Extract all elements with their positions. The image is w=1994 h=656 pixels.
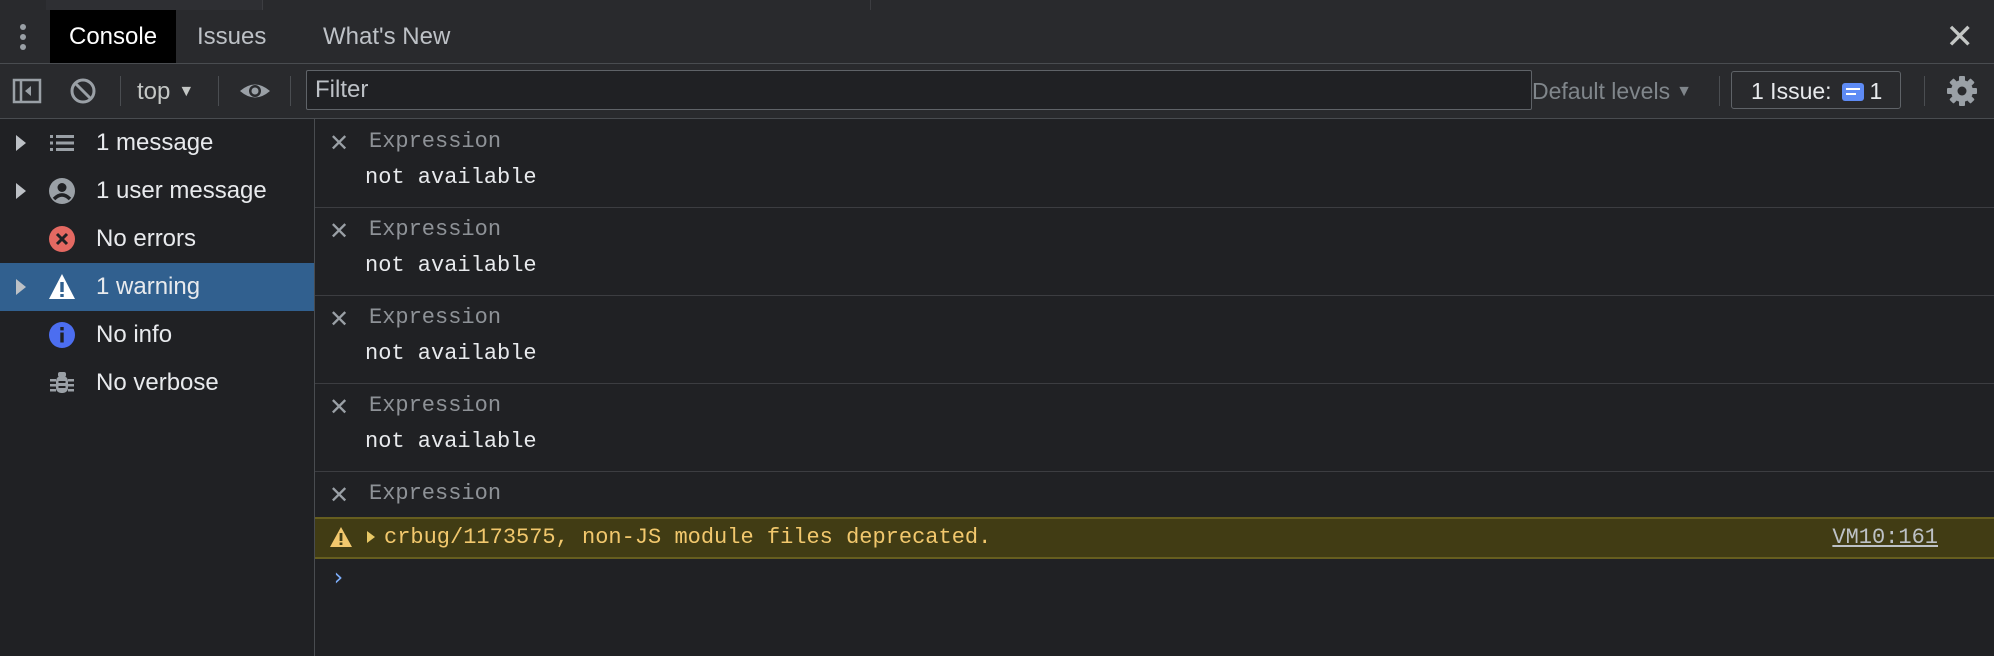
toolbar-divider [218, 76, 219, 106]
expand-arrow-icon[interactable] [16, 183, 26, 199]
sidebar-item-verbose[interactable]: No verbose [0, 359, 314, 407]
sidebar-item-label: No info [96, 321, 173, 348]
sidebar-item-label: No errors [96, 225, 197, 252]
strip-segment [0, 0, 47, 10]
console-sidebar: 1 message 1 user message No errors 1 war… [0, 119, 315, 656]
issues-button[interactable]: 1 Issue: 1 [1731, 71, 1901, 109]
issues-count: 1 [1869, 78, 1883, 104]
remove-expression-icon[interactable]: ✕ [329, 393, 349, 421]
tab-whats-new[interactable]: What's New [304, 10, 469, 63]
live-expression-row: ✕ Expression not available [315, 207, 1994, 296]
expand-arrow-icon[interactable] [16, 135, 26, 151]
filter-input[interactable] [306, 70, 1532, 110]
remove-expression-icon[interactable]: ✕ [329, 129, 349, 157]
warning-message-text: crbug/1173575, non-JS module files depre… [384, 525, 992, 550]
remove-expression-icon[interactable]: ✕ [329, 305, 349, 333]
log-levels-dropdown[interactable]: Default levels ▼ [1532, 78, 1692, 105]
sidebar-item-label: 1 warning [96, 273, 201, 300]
remove-expression-icon[interactable]: ✕ [329, 217, 349, 245]
gear-icon[interactable] [1946, 75, 1978, 107]
expand-arrow-icon[interactable] [367, 531, 375, 543]
warning-icon [49, 274, 75, 299]
context-selector[interactable]: top ▼ [137, 78, 194, 106]
strip-segment [262, 0, 871, 10]
levels-label: Default levels [1532, 78, 1671, 104]
remove-expression-icon[interactable]: ✕ [329, 481, 349, 509]
expression-label[interactable]: Expression [369, 217, 501, 242]
sidebar-item-label: 1 user message [96, 177, 267, 204]
bug-icon [50, 372, 74, 393]
live-expression-row: ✕ Expression [315, 471, 1994, 517]
close-icon[interactable]: ✕ [1946, 20, 1975, 54]
console-toolbar: top ▼ Default levels ▼ 1 Issue: 1 [0, 64, 1994, 119]
sidebar-toggle-icon[interactable] [11, 75, 43, 107]
toolbar-divider [290, 76, 291, 106]
expression-value: not available [365, 341, 537, 366]
expression-label[interactable]: Expression [369, 393, 501, 418]
live-expression-row: ✕ Expression not available [315, 119, 1994, 208]
issues-label: 1 Issue: [1751, 78, 1832, 104]
tab-issues[interactable]: Issues [178, 10, 285, 63]
warning-icon [330, 527, 352, 547]
console-prompt[interactable]: › [331, 563, 345, 591]
clear-console-icon[interactable] [67, 75, 99, 107]
expression-value: not available [365, 253, 537, 278]
chevron-down-icon: ▼ [178, 83, 195, 100]
toolbar-divider [120, 76, 121, 106]
sidebar-item-warnings[interactable]: 1 warning [0, 263, 314, 311]
info-icon [49, 322, 75, 348]
error-icon [49, 226, 75, 252]
toolbar-divider [1924, 76, 1925, 106]
console-output: ✕ Expression not available ✕ Expression … [315, 119, 1994, 656]
sidebar-item-info[interactable]: No info [0, 311, 314, 359]
eye-icon[interactable] [238, 75, 272, 107]
expression-label[interactable]: Expression [369, 305, 501, 330]
context-label: top [137, 78, 171, 105]
more-options-icon[interactable] [18, 24, 28, 52]
expand-arrow-icon[interactable] [16, 279, 26, 295]
issue-message-icon [1841, 83, 1864, 101]
user-circle-icon [49, 178, 75, 204]
source-link[interactable]: VM10:161 [1832, 525, 1938, 550]
sidebar-item-label: 1 message [96, 129, 214, 156]
expression-label[interactable]: Expression [369, 481, 501, 506]
sidebar-item-user-messages[interactable]: 1 user message [0, 167, 314, 215]
chevron-down-icon: ▼ [1676, 83, 1692, 100]
warning-message-row[interactable]: crbug/1173575, non-JS module files depre… [315, 517, 1994, 559]
expression-value: not available [365, 429, 537, 454]
tab-bar: Console Issues What's New ✕ [0, 10, 1994, 64]
tab-console[interactable]: Console [50, 10, 177, 63]
list-icon [50, 135, 74, 151]
toolbar-divider [1719, 76, 1720, 106]
expression-value: not available [365, 165, 537, 190]
live-expression-row: ✕ Expression not available [315, 295, 1994, 384]
sidebar-item-label: No verbose [96, 369, 219, 396]
expression-label[interactable]: Expression [369, 129, 501, 154]
sidebar-item-errors[interactable]: No errors [0, 215, 314, 263]
live-expression-row: ✕ Expression not available [315, 383, 1994, 472]
sidebar-item-messages[interactable]: 1 message [0, 119, 314, 167]
strip-segment [46, 0, 263, 10]
